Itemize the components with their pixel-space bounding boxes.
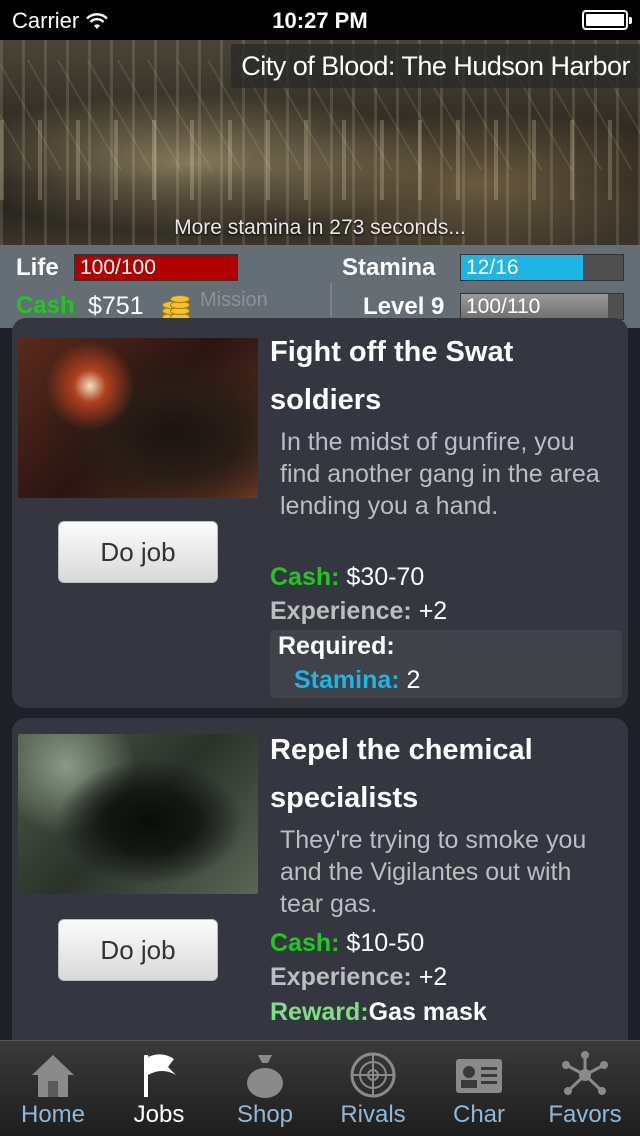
job-reward: Reward:Gas mask bbox=[270, 998, 487, 1027]
clock: 10:27 PM bbox=[272, 8, 368, 33]
job-requirements: Required: Stamina: 2 bbox=[270, 630, 622, 698]
job-title: Repel the chemical specialists bbox=[270, 734, 533, 814]
player-stats: Mission Life 100/100 Stamina 12/16 Cash … bbox=[0, 245, 640, 328]
radar-icon bbox=[350, 1052, 396, 1098]
tab-label: Favors bbox=[548, 1101, 622, 1128]
job-exp-label: Experience: bbox=[270, 597, 412, 625]
level-label: Level 9 bbox=[363, 293, 445, 320]
required-stamina: Stamina: 2 bbox=[294, 666, 420, 695]
cash-label: Cash bbox=[16, 292, 75, 319]
tab-jobs[interactable]: Jobs bbox=[106, 1041, 212, 1136]
swat-soldiers-image bbox=[18, 338, 258, 498]
ghost-tab-mission: Mission bbox=[200, 289, 268, 311]
job-experience: Experience: +2 bbox=[270, 597, 447, 626]
required-stamina-label: Stamina: bbox=[294, 666, 400, 694]
city-banner: City of Blood: The Hudson Harbor More st… bbox=[0, 40, 640, 245]
tab-label: Char bbox=[452, 1101, 506, 1128]
job-card-swat: Do job Fight off the Swat soldiers In th… bbox=[12, 318, 628, 708]
job-cash-value: $30-70 bbox=[346, 563, 425, 591]
job-exp-label: Experience: bbox=[270, 963, 412, 991]
do-job-button[interactable]: Do job bbox=[58, 919, 218, 981]
do-job-button[interactable]: Do job bbox=[58, 521, 218, 583]
life-bar: 100/100 bbox=[74, 254, 238, 281]
chemical-specialist-image bbox=[18, 734, 258, 894]
city-title: City of Blood: The Hudson Harbor bbox=[231, 44, 640, 88]
job-reward-label: Reward: bbox=[270, 998, 369, 1026]
stamina-label: Stamina bbox=[342, 254, 436, 281]
required-stamina-value: 2 bbox=[406, 666, 421, 694]
job-reward-value: Gas mask bbox=[368, 998, 487, 1026]
tab-favors[interactable]: Favors bbox=[532, 1041, 638, 1136]
stamina-bar: 12/16 bbox=[460, 254, 624, 281]
ghost-tab-divider bbox=[330, 283, 332, 317]
job-description: In the midst of gunfire, you find anothe… bbox=[280, 428, 600, 520]
job-cash-label: Cash: bbox=[270, 929, 340, 957]
tab-label: Home bbox=[20, 1101, 86, 1128]
tab-rivals[interactable]: Rivals bbox=[320, 1041, 426, 1136]
flag-icon bbox=[144, 1054, 176, 1097]
network-icon bbox=[562, 1051, 608, 1095]
tab-char[interactable]: Char bbox=[426, 1041, 532, 1136]
job-cash: Cash: $10-50 bbox=[270, 929, 424, 958]
life-value: 100/100 bbox=[80, 256, 156, 279]
cash-value: $751 bbox=[88, 292, 144, 320]
job-cash: Cash: $30-70 bbox=[270, 563, 424, 592]
harbor-lights-image bbox=[0, 120, 640, 200]
level-bar: 100/110 bbox=[460, 293, 624, 320]
life-label: Life bbox=[16, 254, 59, 281]
home-icon bbox=[32, 1055, 74, 1097]
job-exp-value: +2 bbox=[418, 597, 448, 625]
level-value: 100/110 bbox=[466, 295, 541, 318]
job-card-chemical: Do job Repel the chemical specialists Th… bbox=[12, 718, 628, 1058]
job-description: They're trying to smoke you and the Vigi… bbox=[280, 826, 587, 918]
tab-bar: Home Jobs Shop Rivals Char Favors bbox=[0, 1040, 640, 1136]
tab-label: Jobs bbox=[133, 1101, 185, 1128]
stamina-value: 12/16 bbox=[466, 256, 519, 279]
job-experience: Experience: +2 bbox=[270, 963, 447, 992]
money-bag-icon bbox=[247, 1055, 283, 1098]
id-card-icon bbox=[456, 1059, 502, 1093]
job-cash-value: $10-50 bbox=[346, 929, 425, 957]
tab-label: Shop bbox=[236, 1101, 294, 1128]
job-cash-label: Cash: bbox=[270, 563, 340, 591]
battery-icon bbox=[582, 10, 632, 30]
job-title: Fight off the Swat soldiers bbox=[270, 336, 514, 416]
status-bar: Carrier 10:27 PM bbox=[0, 0, 640, 40]
tab-home[interactable]: Home bbox=[0, 1041, 106, 1136]
stamina-timer: More stamina in 273 seconds... bbox=[174, 216, 466, 239]
required-label: Required: bbox=[278, 632, 395, 660]
tab-label: Rivals bbox=[340, 1101, 406, 1128]
job-exp-value: +2 bbox=[418, 963, 448, 991]
tab-shop[interactable]: Shop bbox=[212, 1041, 318, 1136]
